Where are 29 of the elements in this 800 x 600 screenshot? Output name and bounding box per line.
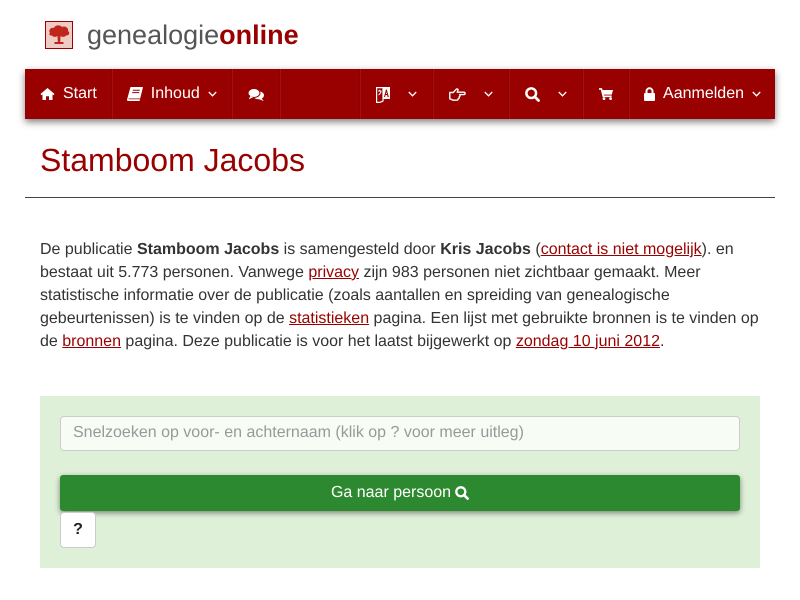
chat-icon: [248, 88, 264, 100]
home-icon: [40, 88, 55, 100]
pointing-hand-icon: [449, 88, 466, 100]
search-icon: [525, 86, 540, 102]
translate-icon: [376, 86, 390, 102]
go-to-person-button[interactable]: Ga naar persoon: [60, 474, 740, 511]
caret-icon: [408, 91, 418, 97]
tree-logo-icon[interactable]: [45, 21, 73, 49]
page-title: Stamboom Jacobs: [40, 142, 306, 178]
text-link[interactable]: zondag 10 juni 2012: [516, 332, 660, 350]
site-name[interactable]: genealogieonline: [87, 20, 299, 50]
nav-item[interactable]: Aanmelden: [628, 69, 775, 119]
cart-icon: [599, 88, 614, 100]
nav-item[interactable]: Start: [25, 69, 112, 119]
text-link[interactable]: statistieken: [289, 310, 370, 327]
caret-icon: [208, 91, 217, 97]
description-paragraph: De publicatie Stamboom Jacobs is samengesteld door Kris Jacobs (contact is niet mogelijk). en bestaat uit 5.773 personen. Vanwege privacy zijn 983 personen niet zichtbaar gemaakt. Meer statistische informatie over de publicatie (zoals aantallen en spreiding van genealogische gebeurtenissen) is te vinden op de statistieken pagina. Een lijst met gebruikte bronnen is te vinden op de bronnen pagina. Deze publicatie is voor het laatst bijgewerkt op zondag 10 juni 2012.: [40, 240, 760, 352]
search-field[interactable]: Snelzoeken op voor- en achternaam (klik op ? voor meer uitleg): [60, 416, 740, 451]
text-link[interactable]: contact is niet mogelijk: [540, 241, 702, 258]
book-icon: [126, 87, 143, 101]
text-link[interactable]: bronnen: [62, 332, 121, 350]
caret-icon: [484, 91, 494, 97]
caret-icon: [558, 91, 568, 97]
nav-item[interactable]: Inhoud: [112, 69, 232, 119]
search-icon: [455, 486, 470, 500]
lock-icon: [644, 87, 656, 101]
text-link[interactable]: privacy: [308, 264, 360, 281]
caret-icon: [752, 91, 761, 97]
help-button[interactable]: ?: [60, 512, 96, 548]
